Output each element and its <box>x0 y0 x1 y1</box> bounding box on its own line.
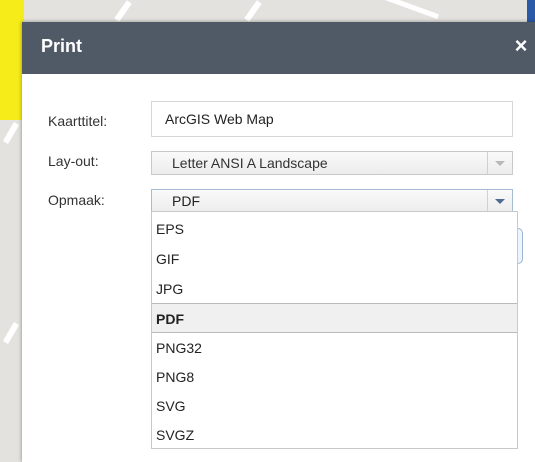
layout-value: Letter ANSI A Landscape <box>172 155 328 171</box>
format-label: Opmaak: <box>48 192 105 208</box>
dialog-title: Print <box>41 36 83 56</box>
layout-select[interactable]: Letter ANSI A Landscape <box>151 151 513 175</box>
option-eps[interactable]: EPS <box>152 214 517 244</box>
format-dropdown-list[interactable]: EPS GIF JPG PDF PNG32 PNG8 SVG SVGZ <box>151 211 518 449</box>
option-png8[interactable]: PNG8 <box>152 362 517 392</box>
map-road <box>244 0 262 22</box>
map-title-value: ArcGIS Web Map <box>165 111 274 127</box>
option-pdf[interactable]: PDF <box>152 303 517 333</box>
chevron-down-icon[interactable] <box>487 190 512 212</box>
option-gif[interactable]: GIF <box>152 244 517 274</box>
option-jpg[interactable]: JPG <box>152 274 517 304</box>
option-png32[interactable]: PNG32 <box>152 333 517 363</box>
close-icon[interactable]: × <box>511 34 531 58</box>
option-svg[interactable]: SVG <box>152 391 517 421</box>
map-road <box>380 0 440 20</box>
map-title-label: Kaarttitel: <box>48 113 108 129</box>
map-yellow-area <box>0 0 24 120</box>
map-road <box>114 0 132 22</box>
option-svgz[interactable]: SVGZ <box>152 420 517 450</box>
dialog-header: Print × <box>22 22 535 74</box>
format-value: PDF <box>172 193 200 209</box>
format-select[interactable]: PDF <box>151 189 513 213</box>
map-title-input[interactable]: ArcGIS Web Map <box>151 101 513 137</box>
layout-label: Lay-out: <box>48 153 99 169</box>
map-road <box>2 321 20 345</box>
map-road <box>2 121 20 145</box>
chevron-down-icon[interactable] <box>487 152 512 174</box>
